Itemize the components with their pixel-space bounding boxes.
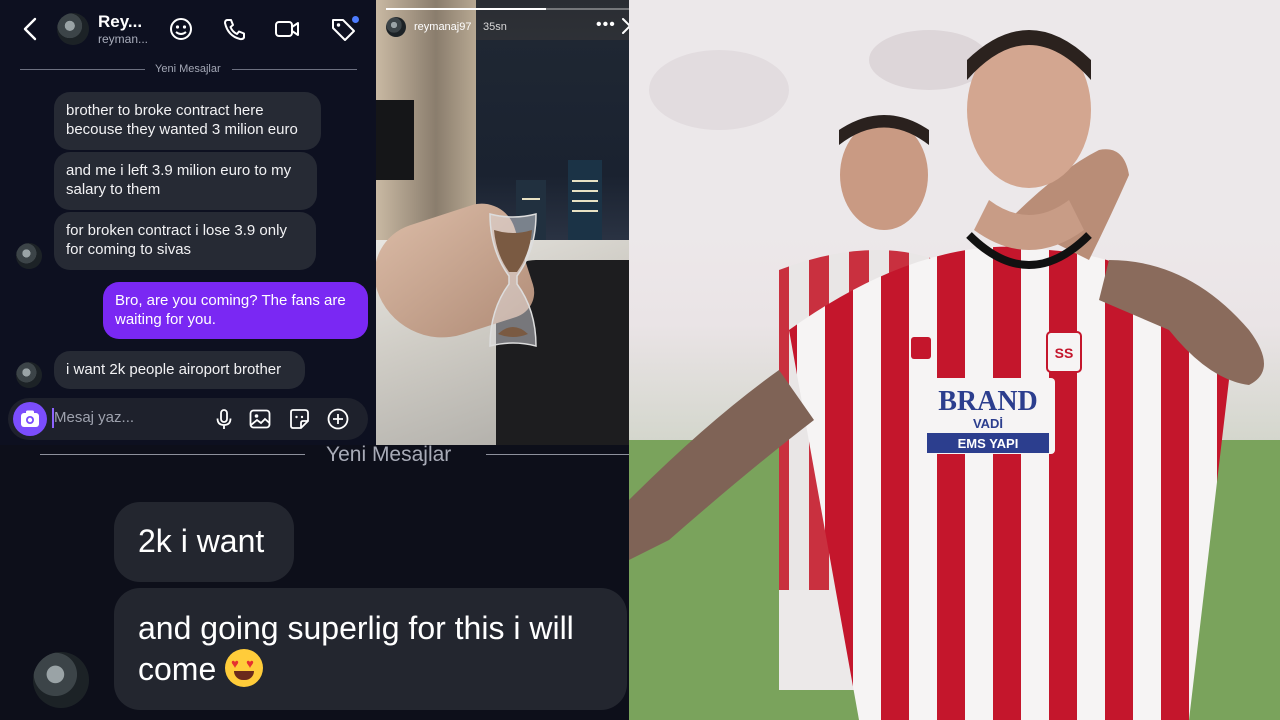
microphone-icon[interactable]	[212, 407, 236, 431]
message-bubble[interactable]: brother to broke contract here becouse t…	[54, 92, 321, 150]
hourglass-image	[489, 213, 537, 347]
zoomed-message-text: 2k i want	[138, 523, 265, 559]
separator-line	[232, 69, 357, 70]
sender-avatar[interactable]	[16, 243, 42, 269]
contact-avatar[interactable]	[57, 13, 89, 45]
sponsor-vadi: VADİ	[973, 416, 1003, 431]
zoomed-message-bubble[interactable]: 2k i want	[114, 502, 294, 582]
sticker-face-icon[interactable]	[168, 15, 194, 43]
sender-avatar[interactable]	[33, 652, 89, 708]
my-message-bubble[interactable]: Bro, are you coming? The fans are waitin…	[103, 282, 368, 339]
contact-username: reyman...	[98, 32, 149, 46]
zoomed-chat-panel: Yeni Mesajlar 2k i want and going superl…	[0, 445, 629, 720]
sticker-icon[interactable]	[287, 407, 311, 431]
separator-line	[486, 454, 629, 455]
sender-avatar[interactable]	[16, 362, 42, 388]
new-messages-label: Yeni Mesajlar	[155, 63, 221, 75]
story-avatar[interactable]	[386, 17, 406, 37]
notification-dot	[352, 16, 359, 23]
separator-line	[20, 69, 145, 70]
story-username[interactable]: reymanaj97	[414, 21, 471, 33]
club-badge: SS	[1055, 345, 1074, 361]
heart-eyes-emoji: ♥ ♥	[225, 649, 264, 687]
plus-circle-icon[interactable]	[326, 407, 350, 431]
story-progress-fill	[386, 8, 546, 10]
message-bubble[interactable]: i want 2k people airoport brother	[54, 351, 305, 389]
instagram-story-panel: reymanaj97 35sn •••	[376, 0, 644, 445]
message-bubble[interactable]: and me i left 3.9 milion euro to my sala…	[54, 152, 317, 210]
back-arrow-icon[interactable]	[20, 16, 42, 42]
sponsor-ems: EMS YAPI	[958, 436, 1019, 451]
image-icon[interactable]	[248, 407, 272, 431]
dm-chat-panel: Rey... reyman... Yeni Mesajlar brother t…	[0, 0, 376, 445]
player-photo: SS BRAND VADİ EMS YAPI	[629, 0, 1280, 720]
camera-button[interactable]	[13, 402, 47, 436]
new-messages-label: Yeni Mesajlar	[326, 445, 452, 466]
contact-name[interactable]: Rey...	[98, 12, 142, 32]
separator-line	[40, 454, 305, 455]
chat-header: Rey... reyman...	[0, 0, 376, 58]
message-composer[interactable]: Mesaj yaz...	[8, 398, 368, 440]
sponsor-brand: BRAND	[938, 386, 1038, 417]
phone-icon[interactable]	[221, 15, 247, 43]
more-dots-icon[interactable]: •••	[596, 16, 616, 34]
camera-icon	[21, 410, 39, 427]
message-input[interactable]: Mesaj yaz...	[54, 409, 134, 426]
story-tv	[376, 100, 414, 180]
zoomed-message-bubble[interactable]: and going superlig for this i will come …	[114, 588, 627, 710]
story-progress-bar	[386, 8, 636, 10]
message-bubble[interactable]: for broken contract i lose 3.9 only for …	[54, 212, 316, 270]
video-icon[interactable]	[274, 15, 300, 43]
story-time: 35sn	[483, 21, 507, 33]
player-celebration-image: SS BRAND VADİ EMS YAPI	[629, 0, 1280, 720]
zoomed-message-text: and going superlig for this i will come	[138, 610, 574, 687]
